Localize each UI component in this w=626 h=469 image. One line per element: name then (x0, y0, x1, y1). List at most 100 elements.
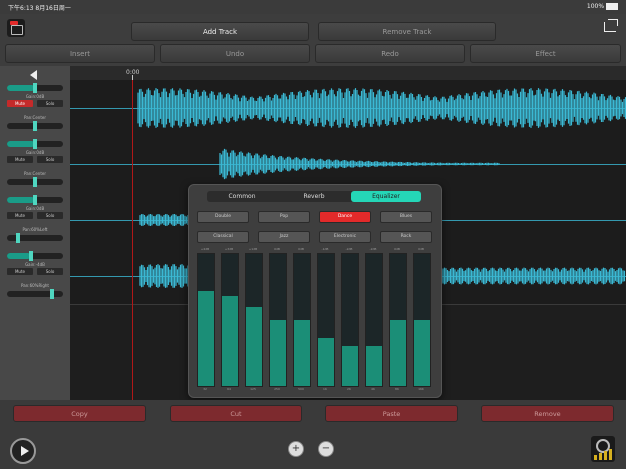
gain-label: Gain:-4dB (25, 262, 45, 267)
eq-band-level (366, 346, 382, 386)
undo-button[interactable]: Undo (160, 44, 310, 63)
band-value: 0dB (274, 247, 280, 251)
gain-label: Gain:0dB (25, 94, 45, 99)
zoom-out-icon[interactable]: − (318, 441, 334, 457)
status-bar: 下午6:13 8月16日周一 100% (0, 0, 626, 14)
preset-pop-button[interactable]: Pop (258, 211, 310, 223)
pan-slider[interactable] (7, 121, 63, 131)
pan-slider[interactable] (7, 289, 63, 299)
eq-band-level (342, 346, 358, 386)
eq-band-slider[interactable] (317, 253, 335, 387)
eq-band-slider[interactable] (341, 253, 359, 387)
effects-tab-control: Common Reverb Equalizer (207, 191, 421, 202)
eq-band-level (198, 290, 214, 386)
track-control-4: Gain:-4dB Mute Solo Pan:60%Right (2, 248, 68, 304)
copy-button[interactable]: Copy (13, 405, 146, 422)
preset-jazz-button[interactable]: Jazz (258, 231, 310, 243)
cut-button[interactable]: Cut (170, 405, 302, 422)
gain-label: Gain:0dB (25, 150, 45, 155)
band-value: -1dB (321, 247, 329, 251)
status-battery: 100% (587, 3, 618, 10)
collapse-arrow-icon[interactable] (30, 70, 37, 80)
eq-band-slider[interactable] (197, 253, 215, 387)
insert-button[interactable]: Insert (5, 44, 155, 63)
eq-band-level (246, 306, 262, 386)
top-toolbar: Add Track Remove Track Insert Undo Redo … (0, 14, 626, 66)
status-time: 下午6:13 8月16日周一 (8, 5, 71, 12)
play-icon[interactable] (10, 438, 36, 464)
eq-band-level (270, 320, 286, 386)
band-frequency: 32 (203, 387, 207, 391)
timeline-ruler[interactable]: 0:00 (70, 66, 626, 81)
remove-button[interactable]: Remove (481, 405, 614, 422)
band-value: 0dB (418, 247, 424, 251)
pan-label: Pan:Center (23, 171, 47, 176)
mute-button[interactable]: Mute (7, 156, 33, 163)
preset-blues-button[interactable]: Blues (380, 211, 432, 223)
eq-band-slider[interactable] (365, 253, 383, 387)
band-frequency: 8K (395, 387, 399, 391)
gain-slider[interactable] (7, 251, 63, 261)
solo-button[interactable]: Solo (37, 100, 63, 107)
gain-slider[interactable] (7, 195, 63, 205)
eq-band-level (294, 320, 310, 386)
effect-button[interactable]: Effect (470, 44, 621, 63)
track-control-1: Gain:0dB Mute Solo Pan:Center (2, 80, 68, 136)
preset-dance-button[interactable]: Dance (319, 211, 371, 223)
tab-reverb[interactable]: Reverb (279, 191, 349, 202)
band-frequency: 4K (371, 387, 375, 391)
band-frequency: 16K (418, 387, 424, 391)
mute-button[interactable]: Mute (7, 212, 33, 219)
band-value: 0dB (394, 247, 400, 251)
bottom-bar: Copy Cut Paste Remove + − (0, 400, 626, 469)
band-frequency: 1K (323, 387, 327, 391)
eq-band-level (414, 320, 430, 386)
eq-band-slider[interactable] (245, 253, 263, 387)
track-control-2: Gain:0dB Mute Solo Pan:Center (2, 136, 68, 192)
eq-band-level (318, 338, 334, 386)
eq-band-slider[interactable] (293, 253, 311, 387)
solo-button[interactable]: Solo (37, 268, 63, 275)
band-value: +4dB (200, 247, 210, 251)
solo-button[interactable]: Solo (37, 212, 63, 219)
playhead[interactable] (132, 80, 133, 400)
eq-band-slider[interactable] (269, 253, 287, 387)
app-icon[interactable] (7, 19, 25, 37)
mute-button[interactable]: Mute (7, 100, 33, 107)
zoom-in-icon[interactable]: + (288, 441, 304, 457)
band-frequency: 250 (274, 387, 280, 391)
waveform (137, 88, 626, 128)
paste-button[interactable]: Paste (325, 405, 458, 422)
track-control-3: Gain:0dB Mute Solo Pan:60%Left (2, 192, 68, 248)
preset-classical-button[interactable]: Classical (197, 231, 249, 243)
pan-slider[interactable] (7, 177, 63, 187)
pan-label: Pan:Center (23, 115, 47, 120)
eq-band-slider[interactable] (413, 253, 431, 387)
redo-button[interactable]: Redo (315, 44, 465, 63)
gain-label: Gain:0dB (25, 206, 45, 211)
add-track-button[interactable]: Add Track (131, 22, 309, 41)
eq-band-level (390, 320, 406, 386)
tab-common[interactable]: Common (207, 191, 277, 202)
track-controls-panel: Gain:0dB Mute Solo Pan:Center Gain:0dB M… (0, 66, 70, 400)
mute-button[interactable]: Mute (7, 268, 33, 275)
gain-slider[interactable] (7, 139, 63, 149)
eq-band-slider[interactable] (221, 253, 239, 387)
share-icon[interactable] (603, 18, 619, 32)
band-frequency: 2K (347, 387, 351, 391)
effects-panel: Common Reverb Equalizer Double Pop Dance Blue… (188, 184, 442, 398)
gain-slider[interactable] (7, 83, 63, 93)
pan-slider[interactable] (7, 233, 63, 243)
meter-icon[interactable] (591, 436, 615, 462)
remove-track-button[interactable]: Remove Track (318, 22, 496, 41)
preset-double-button[interactable]: Double (197, 211, 249, 223)
solo-button[interactable]: Solo (37, 156, 63, 163)
battery-icon (606, 3, 618, 10)
band-frequency: 64 (227, 387, 231, 391)
band-frequency: 125 (250, 387, 256, 391)
pan-label: Pan:60%Right (21, 283, 49, 288)
tab-equalizer[interactable]: Equalizer (351, 191, 421, 202)
eq-band-slider[interactable] (389, 253, 407, 387)
preset-electronic-button[interactable]: Electronic (319, 231, 371, 243)
preset-rock-button[interactable]: Rock (380, 231, 432, 243)
